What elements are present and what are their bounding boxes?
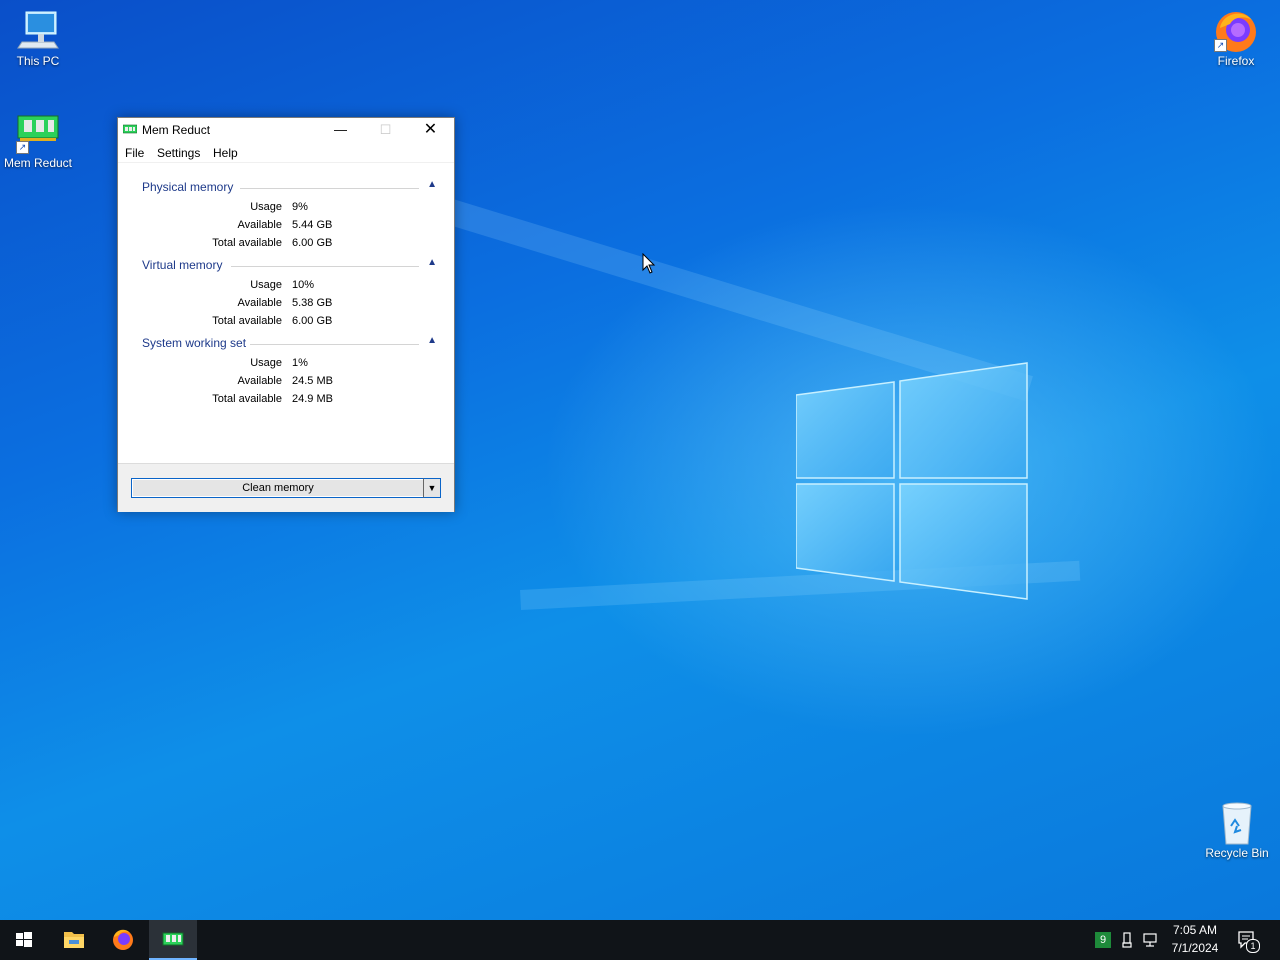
row-value: 5.44 GB bbox=[292, 219, 333, 231]
start-button[interactable] bbox=[0, 920, 48, 960]
desktop-icon-label: Mem Reduct bbox=[3, 156, 73, 170]
desktop-icon-recycle-bin[interactable]: Recycle Bin bbox=[1199, 800, 1275, 860]
clock-date[interactable]: 7/1/2024 bbox=[1166, 941, 1224, 955]
group-title: Physical memory bbox=[142, 180, 234, 194]
menu-settings[interactable]: Settings bbox=[157, 146, 200, 160]
row-value: 6.00 GB bbox=[292, 237, 333, 249]
desktop-icon-label: Firefox bbox=[1217, 54, 1255, 68]
mem-reduct-icon bbox=[162, 932, 184, 946]
row-label: Usage bbox=[250, 279, 282, 291]
row-label: Available bbox=[237, 219, 282, 231]
mem-reduct-icon: ↗ bbox=[14, 110, 62, 154]
desktop-icon-label: Recycle Bin bbox=[1205, 846, 1269, 860]
collapse-caret-icon[interactable]: ▲ bbox=[427, 335, 437, 346]
windows-start-icon bbox=[16, 932, 32, 947]
close-button[interactable]: ✕ bbox=[408, 118, 453, 142]
row-label: Available bbox=[237, 297, 282, 309]
minimize-icon: — bbox=[334, 122, 347, 137]
action-bar: Clean memory ▼ bbox=[118, 463, 454, 512]
group-header-system-working-set[interactable]: System working set ▲ bbox=[142, 335, 437, 352]
collapse-caret-icon[interactable]: ▲ bbox=[427, 257, 437, 268]
group-title: Virtual memory bbox=[142, 258, 223, 272]
computer-icon bbox=[14, 8, 62, 52]
row-value: 6.00 GB bbox=[292, 315, 333, 327]
desktop-icon-firefox[interactable]: ↗ Firefox bbox=[1198, 8, 1274, 68]
clock-time[interactable]: 7:05 AM bbox=[1166, 923, 1224, 937]
row-value: 24.5 MB bbox=[292, 375, 333, 387]
menu-file[interactable]: File bbox=[125, 146, 144, 160]
menu-help[interactable]: Help bbox=[213, 146, 238, 160]
notification-count-badge: 1 bbox=[1246, 939, 1260, 953]
recycle-bin-icon bbox=[1213, 800, 1261, 845]
desktop-icon-this-pc[interactable]: This PC bbox=[0, 8, 76, 68]
mouse-cursor-icon bbox=[642, 253, 656, 274]
row-value: 9% bbox=[292, 201, 308, 213]
group-divider bbox=[231, 266, 419, 267]
row-value: 5.38 GB bbox=[292, 297, 333, 309]
taskbar-mem-reduct[interactable] bbox=[149, 920, 197, 960]
window-title: Mem Reduct bbox=[142, 123, 211, 137]
group-divider bbox=[240, 188, 419, 189]
clean-memory-dropdown-button[interactable]: ▼ bbox=[423, 478, 441, 498]
group-header-virtual-memory[interactable]: Virtual memory ▲ bbox=[142, 257, 437, 274]
taskbar: 9 7:05 AM 7/1/2024 1 bbox=[0, 920, 1280, 960]
desktop-icon-label: This PC bbox=[16, 54, 60, 68]
window-titlebar[interactable]: Mem Reduct — ☐ ✕ bbox=[118, 118, 454, 142]
group-divider bbox=[250, 344, 419, 345]
dropdown-arrow-icon: ▼ bbox=[427, 483, 437, 493]
taskbar-firefox[interactable] bbox=[99, 920, 147, 960]
group-header-physical-memory[interactable]: Physical memory ▲ bbox=[142, 179, 437, 196]
firefox-icon bbox=[113, 929, 133, 950]
folder-icon bbox=[64, 932, 84, 948]
row-label: Available bbox=[237, 375, 282, 387]
usb-device-icon[interactable] bbox=[1120, 931, 1134, 949]
menu-bar: File Settings Help bbox=[118, 142, 454, 162]
network-icon[interactable] bbox=[1142, 932, 1160, 948]
minimize-button[interactable]: — bbox=[318, 118, 363, 142]
action-center-button[interactable]: 1 bbox=[1234, 928, 1260, 953]
firefox-icon: ↗ bbox=[1212, 8, 1260, 52]
row-label: Usage bbox=[250, 357, 282, 369]
windows-logo-wallpaper bbox=[796, 362, 1028, 600]
maximize-icon: ☐ bbox=[379, 122, 392, 137]
collapse-caret-icon[interactable]: ▲ bbox=[427, 179, 437, 190]
group-title: System working set bbox=[142, 336, 247, 350]
row-label: Total available bbox=[212, 237, 282, 249]
taskbar-file-explorer[interactable] bbox=[50, 920, 98, 960]
mem-reduct-window: Mem Reduct — ☐ ✕ File Settings Help Phys… bbox=[117, 117, 455, 512]
shortcut-arrow-icon: ↗ bbox=[1214, 39, 1227, 52]
memory-info-panel: Physical memory ▲ Usage 9% Available 5.4… bbox=[118, 162, 454, 463]
mem-reduct-app-icon bbox=[123, 124, 137, 134]
row-value: 10% bbox=[292, 279, 315, 291]
tray-mem-reduct-badge[interactable]: 9 bbox=[1095, 932, 1111, 948]
shortcut-arrow-icon: ↗ bbox=[16, 141, 29, 154]
maximize-button: ☐ bbox=[363, 118, 408, 142]
clean-memory-button[interactable]: Clean memory bbox=[131, 478, 425, 498]
row-label: Total available bbox=[212, 315, 282, 327]
row-value: 24.9 MB bbox=[292, 393, 333, 405]
row-label: Usage bbox=[250, 201, 282, 213]
desktop-icon-mem-reduct[interactable]: ↗ Mem Reduct bbox=[0, 110, 76, 170]
row-label: Total available bbox=[212, 393, 282, 405]
row-value: 1% bbox=[292, 357, 308, 369]
close-icon: ✕ bbox=[423, 121, 438, 138]
